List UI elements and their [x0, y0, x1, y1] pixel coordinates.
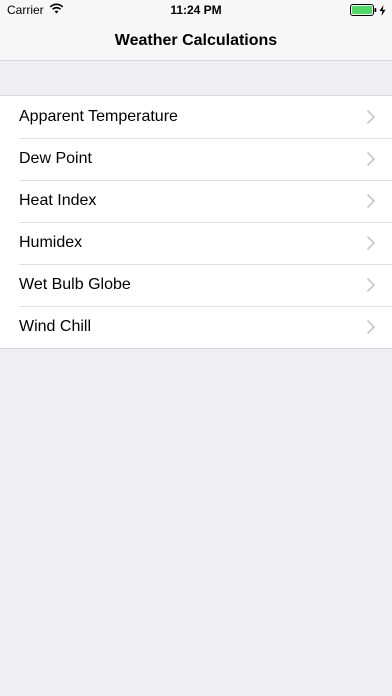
chevron-right-icon	[367, 320, 375, 334]
list-item-humidex[interactable]: Humidex	[0, 222, 392, 264]
battery-icon	[350, 4, 377, 19]
charging-bolt-icon	[379, 4, 386, 19]
section-spacer	[0, 61, 392, 95]
list-item-dew-point[interactable]: Dew Point	[0, 138, 392, 180]
list-item-label: Wind Chill	[19, 318, 92, 335]
navigation-bar: Weather Calculations	[0, 22, 392, 60]
status-bar: Carrier 11:24 PM	[0, 0, 392, 22]
list-item-label: Humidex	[19, 234, 83, 251]
calculations-list: Apparent Temperature Dew Point Heat Inde…	[0, 95, 392, 349]
chevron-right-icon	[367, 194, 375, 208]
list-item-label: Heat Index	[19, 192, 97, 209]
status-time: 11:24 PM	[170, 3, 222, 17]
header: Carrier 11:24 PM Weather Calculations	[0, 0, 392, 61]
list-item-heat-index[interactable]: Heat Index	[0, 180, 392, 222]
list-item-apparent-temperature[interactable]: Apparent Temperature	[0, 96, 392, 138]
list-item-label: Dew Point	[19, 150, 92, 167]
chevron-right-icon	[367, 236, 375, 250]
chevron-right-icon	[367, 110, 375, 124]
list-item-label: Wet Bulb Globe	[19, 276, 131, 293]
list-item-label: Apparent Temperature	[19, 108, 178, 125]
chevron-right-icon	[367, 152, 375, 166]
page-title: Weather Calculations	[114, 32, 278, 49]
app-screen: Carrier 11:24 PM Weather Calculations Ap…	[0, 0, 392, 696]
list-item-wet-bulb-globe[interactable]: Wet Bulb Globe	[0, 264, 392, 306]
status-right	[350, 4, 386, 19]
chevron-right-icon	[367, 278, 375, 292]
list-item-wind-chill[interactable]: Wind Chill	[0, 306, 392, 348]
